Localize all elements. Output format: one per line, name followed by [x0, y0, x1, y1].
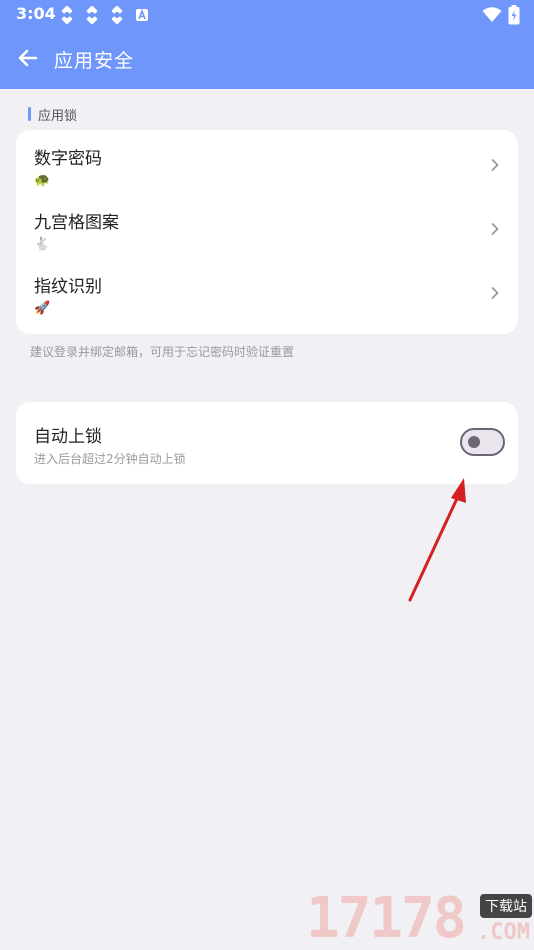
turtle-icon: 🐢: [34, 173, 51, 188]
status-time: 3:04: [16, 4, 56, 23]
rabbit-icon: 🐇: [34, 237, 51, 252]
status-icons-right: [482, 5, 520, 25]
sync-icon: [61, 6, 73, 24]
watermark-number: 17178: [306, 886, 467, 950]
app-lock-card: 数字密码 🐢 九宫格图案 🐇 指纹识别 🚀: [16, 130, 518, 334]
section-label-text: 应用锁: [38, 108, 78, 124]
section-label-app-lock: 应用锁: [28, 105, 78, 124]
email-binding-hint: 建议登录并绑定邮箱，可用于忘记密码时验证重置: [30, 345, 295, 359]
toolbar: 应用安全: [0, 38, 534, 80]
row-title: 数字密码: [34, 149, 102, 169]
row-title: 指纹识别: [34, 277, 102, 297]
watermark-tag: 下载站: [480, 894, 532, 918]
battery-charging-icon: [508, 5, 520, 25]
status-bar: 3:04: [0, 0, 534, 30]
auto-lock-title: 自动上锁: [34, 427, 102, 447]
back-arrow-icon[interactable]: [14, 44, 42, 72]
chevron-right-icon: [491, 159, 499, 171]
row-fingerprint[interactable]: 指纹识别 🚀: [16, 258, 518, 322]
watermark-suffix: .COM: [477, 920, 530, 945]
rocket-icon: 🚀: [34, 301, 51, 316]
sync-icon: [86, 6, 98, 24]
sync-icon: [111, 6, 123, 24]
chevron-right-icon: [491, 223, 499, 235]
app-header: 3:04 应用安全: [0, 0, 534, 89]
auto-lock-subtitle: 进入后台超过2分钟自动上锁: [34, 452, 186, 466]
annotation-arrow-icon: [408, 478, 466, 602]
font-a-icon: [136, 8, 148, 21]
wifi-icon: [482, 7, 502, 22]
row-pattern-lock[interactable]: 九宫格图案 🐇: [16, 194, 518, 258]
auto-lock-toggle[interactable]: [460, 428, 505, 456]
status-icons-left: [58, 6, 151, 24]
row-title: 九宫格图案: [34, 213, 119, 233]
row-numeric-password[interactable]: 数字密码 🐢: [16, 130, 518, 194]
page-title: 应用安全: [54, 50, 135, 72]
toggle-knob: [468, 436, 480, 448]
section-accent-bar: [28, 107, 31, 121]
chevron-right-icon: [491, 287, 499, 299]
watermark-logo: 17178 下载站 .COM: [306, 888, 534, 950]
